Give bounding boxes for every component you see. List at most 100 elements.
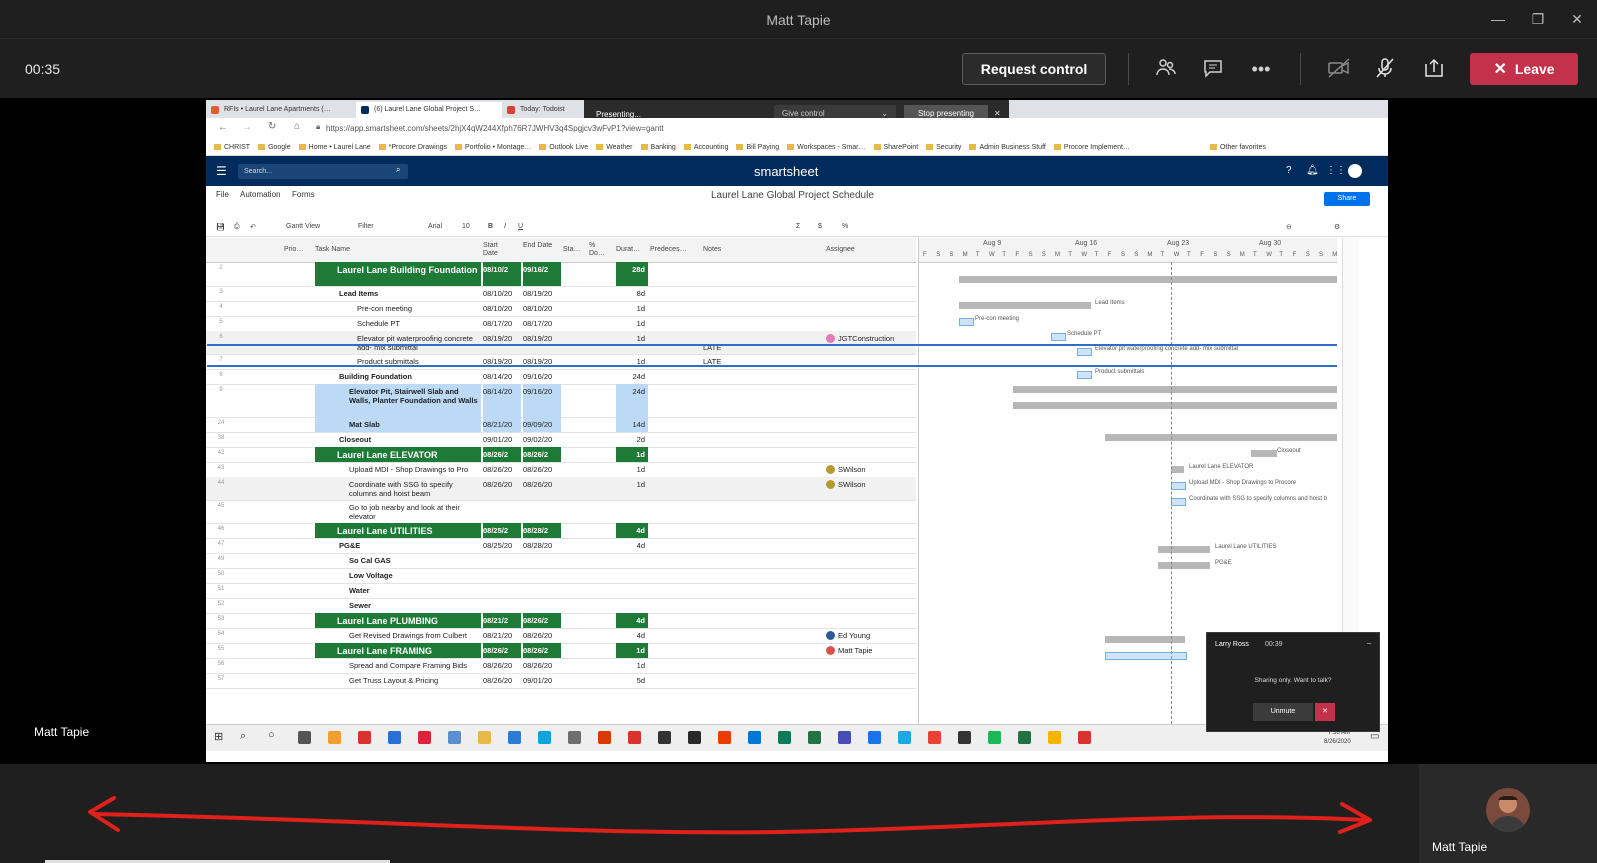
back-icon[interactable]: ← — [218, 122, 228, 133]
zoom-out-icon[interactable]: ⊖ — [1286, 223, 1292, 231]
task-name-cell[interactable]: Low Voltage — [315, 568, 481, 583]
task-name-cell[interactable]: Product submittals — [315, 354, 481, 369]
start-date-cell[interactable]: 08/26/20 — [483, 477, 521, 500]
bookmark[interactable]: SharePoint — [874, 140, 919, 155]
italic-icon[interactable]: I — [504, 223, 506, 230]
gantt-bar[interactable] — [1077, 371, 1092, 379]
bookmark[interactable]: Accounting — [684, 140, 729, 155]
help-icon[interactable]: ? — [1286, 165, 1292, 176]
end-date-cell[interactable]: 09/02/20 — [523, 432, 561, 447]
table-row[interactable]: 50 Low Voltage — [206, 568, 916, 584]
bookmark[interactable]: Google — [258, 140, 291, 155]
share-tray-icon[interactable] — [1422, 57, 1446, 81]
assignee-cell[interactable] — [826, 432, 916, 447]
end-date-cell[interactable]: 09/09/20 — [523, 417, 561, 432]
assignee-cell[interactable] — [826, 538, 916, 553]
bookmark[interactable]: Outlook Live — [539, 140, 588, 155]
notes-cell[interactable] — [703, 568, 823, 583]
filter-button[interactable]: Filter — [358, 223, 374, 230]
apps-grid-icon[interactable]: ⋮⋮ — [1326, 165, 1346, 176]
start-date-cell[interactable]: 08/26/20 — [483, 658, 521, 673]
notes-cell[interactable] — [703, 432, 823, 447]
taskbar-app-icon[interactable] — [658, 731, 671, 744]
search-icon[interactable]: ⌕ — [396, 165, 400, 175]
assignee-cell[interactable]: SWilson — [826, 462, 916, 477]
start-date-cell[interactable] — [483, 500, 521, 523]
taskbar-app-icon[interactable] — [718, 731, 731, 744]
column-header[interactable]: Task Name — [315, 246, 350, 254]
end-date-cell[interactable]: 08/26/20 — [523, 628, 561, 643]
task-name-cell[interactable]: Mat Slab — [315, 417, 481, 432]
windows-start-icon[interactable]: ⊞ — [214, 730, 223, 743]
bookmark[interactable]: Security — [926, 140, 961, 155]
assignee-cell[interactable] — [826, 354, 916, 369]
taskbar-app-icon[interactable] — [1018, 731, 1031, 744]
duration-cell[interactable] — [616, 568, 648, 583]
close-icon[interactable]: ✕ — [1562, 8, 1592, 30]
duration-cell[interactable]: 1d — [616, 462, 648, 477]
assignee-cell[interactable] — [826, 286, 916, 301]
start-date-cell[interactable] — [483, 553, 521, 568]
task-name-cell[interactable]: Building Foundation — [315, 369, 481, 384]
task-name-cell[interactable]: Spread and Compare Framing Bids — [315, 658, 481, 673]
duration-cell[interactable]: 5d — [616, 673, 648, 688]
bookmark[interactable]: Weather — [596, 140, 632, 155]
taskbar-app-icon[interactable] — [478, 731, 491, 744]
taskbar-app-icon[interactable] — [778, 731, 791, 744]
task-name-cell[interactable]: Schedule PT — [315, 316, 481, 331]
start-date-cell[interactable]: 09/01/20 — [483, 432, 521, 447]
notes-cell[interactable] — [703, 538, 823, 553]
taskbar-app-icon[interactable] — [448, 731, 461, 744]
chat-icon[interactable] — [1201, 57, 1225, 81]
task-name-cell[interactable]: Laurel Lane Building Foundation — [315, 262, 481, 286]
taskbar-app-icon[interactable] — [418, 731, 431, 744]
notes-cell[interactable] — [703, 447, 823, 462]
save-icon[interactable]: 💾︎ — [216, 223, 225, 231]
bookmark[interactable]: Bill Paying — [736, 140, 779, 155]
bookmark[interactable]: Home • Laurel Lane — [299, 140, 371, 155]
action-center-icon[interactable]: ▭ — [1370, 731, 1379, 742]
assignee-cell[interactable]: Matt Tapie — [826, 643, 916, 658]
taskbar-app-icon[interactable] — [958, 731, 971, 744]
assignee-cell[interactable] — [826, 262, 916, 286]
end-date-cell[interactable]: 09/16/2 — [523, 262, 561, 286]
task-name-cell[interactable]: Get Truss Layout & Pricing — [315, 673, 481, 688]
cortana-icon[interactable]: ○ — [268, 729, 275, 741]
duration-cell[interactable]: 24d — [616, 384, 648, 417]
column-header[interactable]: Notes — [703, 246, 721, 254]
notes-cell[interactable] — [703, 384, 823, 417]
browser-tab[interactable]: Today: Todoist — [502, 102, 582, 118]
task-name-cell[interactable]: Lead Items — [315, 286, 481, 301]
gantt-bar[interactable] — [959, 302, 1091, 309]
task-name-cell[interactable]: Sewer — [315, 598, 481, 613]
start-date-cell[interactable]: 08/21/20 — [483, 628, 521, 643]
end-date-cell[interactable]: 09/01/20 — [523, 673, 561, 688]
restore-icon[interactable]: ❐ — [1523, 8, 1553, 30]
table-row[interactable]: 38 Closeout 09/01/20 09/02/20 2d — [206, 432, 916, 448]
task-name-cell[interactable]: Get Revised Drawings from Culbert — [315, 628, 481, 643]
taskbar-app-icon[interactable] — [568, 731, 581, 744]
task-name-cell[interactable]: Elevator Pit, Stairwell Slab and Walls, … — [315, 384, 481, 417]
task-name-cell[interactable]: Pre-con meeting — [315, 301, 481, 316]
table-row[interactable]: 9 Elevator Pit, Stairwell Slab and Walls,… — [206, 384, 916, 418]
notes-cell[interactable] — [703, 628, 823, 643]
table-row[interactable]: 56 Spread and Compare Framing Bids 08/26/2… — [206, 658, 916, 674]
task-name-cell[interactable]: PG&E — [315, 538, 481, 553]
pin-icon[interactable]: ✕ — [994, 109, 1001, 118]
gantt-bar[interactable] — [1105, 652, 1187, 660]
table-row[interactable]: 5 Schedule PT 08/17/20 08/17/20 1d — [206, 316, 916, 332]
request-control-button[interactable]: Request control — [962, 53, 1106, 85]
table-row[interactable]: 8 Building Foundation 08/14/20 09/16/20 24d — [206, 369, 916, 385]
forward-icon[interactable]: → — [242, 122, 252, 133]
end-date-cell[interactable] — [523, 568, 561, 583]
currency-icon[interactable]: $ — [818, 223, 822, 230]
end-date-cell[interactable]: 08/28/2 — [523, 523, 561, 538]
assignee-cell[interactable] — [826, 598, 916, 613]
duration-cell[interactable] — [616, 583, 648, 598]
undo-icon[interactable]: ↶ — [250, 223, 256, 231]
start-date-cell[interactable]: 08/26/2 — [483, 447, 521, 462]
taskbar-app-icon[interactable] — [868, 731, 881, 744]
start-date-cell[interactable] — [483, 598, 521, 613]
end-date-cell[interactable]: 08/19/20 — [523, 331, 561, 354]
font-dropdown[interactable]: Arial — [428, 223, 442, 230]
